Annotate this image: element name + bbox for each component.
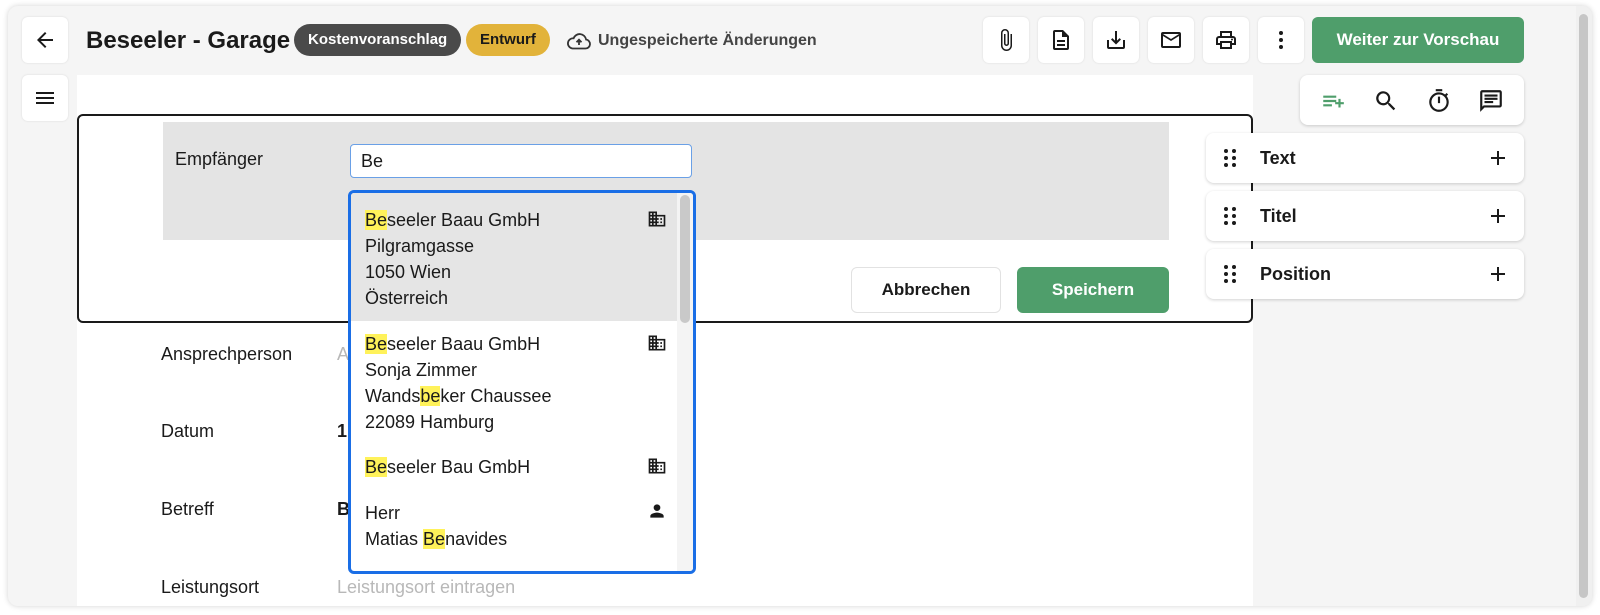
document-button[interactable]	[1038, 17, 1084, 63]
company-icon	[648, 211, 666, 227]
cancel-button[interactable]: Abbrechen	[851, 267, 1001, 313]
block-label: Titel	[1260, 206, 1297, 226]
block-toolbar	[1300, 75, 1524, 125]
drag-handle-icon[interactable]	[1220, 146, 1240, 170]
back-arrow-icon	[37, 32, 53, 48]
recipient-suggestions: Beseeler Baau GmbH Pilgramgasse 1050 Wie…	[348, 190, 696, 574]
suggestion-item[interactable]: Beseeler Baau GmbH Pilgramgasse 1050 Wie…	[351, 193, 681, 321]
app-window: Beseeler - Garage Kostenvoranschlag Entw…	[8, 6, 1592, 606]
suggestion-line: Beseeler Bau GmbH	[365, 457, 531, 477]
preview-button[interactable]: Weiter zur Vorschau	[1312, 17, 1524, 63]
attachment-icon	[1001, 29, 1012, 51]
unsaved-text: Ungespeicherte Änderungen	[598, 32, 817, 49]
date-label: Datum	[161, 421, 215, 441]
menu-button[interactable]	[22, 75, 68, 121]
suggestion-item[interactable]: Herr Matias Benavides	[351, 491, 681, 571]
document-type-badge: Kostenvoranschlag	[294, 24, 462, 56]
more-vertical-icon	[1279, 31, 1283, 49]
location-label: Leistungsort	[161, 577, 260, 597]
drag-handle-icon[interactable]	[1220, 204, 1240, 228]
contact-label: Ansprechperson	[161, 344, 293, 364]
cloud-upload-icon	[567, 33, 591, 50]
attach-button[interactable]	[983, 17, 1029, 63]
match-highlight: Be	[365, 334, 388, 354]
suggestion-line: Herr	[365, 503, 400, 523]
plus-icon[interactable]	[1486, 204, 1510, 228]
subject-label: Betreff	[161, 499, 214, 519]
back-button[interactable]	[22, 17, 68, 63]
dropdown-scrollbar[interactable]	[677, 193, 693, 571]
suggestion-line: Sonja Zimmer	[365, 360, 478, 380]
suggestion-line: Matias Benavides	[365, 529, 508, 549]
suggestion-item[interactable]: Beseeler Baau GmbH Sonja Zimmer Wandsbek…	[351, 321, 681, 445]
match-highlight: Be	[365, 457, 388, 477]
page-title: Beseeler - Garage	[86, 27, 291, 54]
hamburger-menu-icon	[36, 92, 54, 104]
plus-icon[interactable]	[1486, 262, 1510, 286]
suggestion-line: Wandsbeker Chaussee	[365, 386, 552, 406]
save-button[interactable]: Speichern	[1017, 267, 1169, 313]
company-icon	[648, 458, 666, 474]
suggestion-line: Österreich	[365, 288, 449, 308]
mail-button[interactable]	[1148, 17, 1194, 63]
suggestion-line: 22089 Hamburg	[365, 412, 495, 432]
block-item-title[interactable]: Titel	[1206, 191, 1524, 241]
suggestion-line: Beseeler Baau GmbH	[365, 210, 541, 230]
status-badge: Entwurf	[466, 24, 550, 56]
print-icon	[1216, 31, 1236, 49]
suggestion-line: 1050 Wien	[365, 262, 452, 282]
block-label: Position	[1260, 264, 1331, 284]
suggestion-line: Beseeler Baau GmbH	[365, 334, 541, 354]
search-icon[interactable]	[1373, 88, 1399, 114]
block-item-position[interactable]: Position	[1206, 249, 1524, 299]
unsaved-indicator: Ungespeicherte Änderungen	[566, 30, 817, 52]
timer-icon[interactable]	[1426, 88, 1452, 114]
add-block-icon[interactable]	[1320, 88, 1346, 114]
date-field[interactable]: 1	[337, 421, 347, 442]
recipient-input[interactable]	[350, 144, 692, 178]
match-highlight: be	[420, 386, 441, 406]
print-button[interactable]	[1203, 17, 1249, 63]
download-icon	[1107, 31, 1125, 49]
document-icon	[1053, 30, 1069, 50]
suggestion-item[interactable]: Beseeler Bau GmbH	[351, 445, 681, 491]
block-item-text[interactable]: Text	[1206, 133, 1524, 183]
location-field[interactable]: Leistungsort eintragen	[337, 577, 515, 598]
company-icon	[648, 335, 666, 351]
person-icon	[650, 504, 664, 518]
dropdown-scrollbar-thumb[interactable]	[680, 195, 690, 323]
block-label: Text	[1260, 148, 1296, 168]
suggestion-line: Pilgramgasse	[365, 236, 475, 256]
download-button[interactable]	[1093, 17, 1139, 63]
more-options-button[interactable]	[1258, 17, 1304, 63]
match-highlight: Be	[365, 210, 388, 230]
mail-icon	[1161, 32, 1181, 48]
drag-handle-icon[interactable]	[1220, 262, 1240, 286]
recipient-label: Empfänger	[175, 149, 264, 169]
match-highlight: Be	[423, 529, 446, 549]
comment-icon[interactable]	[1478, 88, 1504, 114]
page-scrollbar-thumb[interactable]	[1579, 14, 1588, 598]
page-scrollbar[interactable]	[1576, 6, 1592, 606]
plus-icon[interactable]	[1486, 146, 1510, 170]
